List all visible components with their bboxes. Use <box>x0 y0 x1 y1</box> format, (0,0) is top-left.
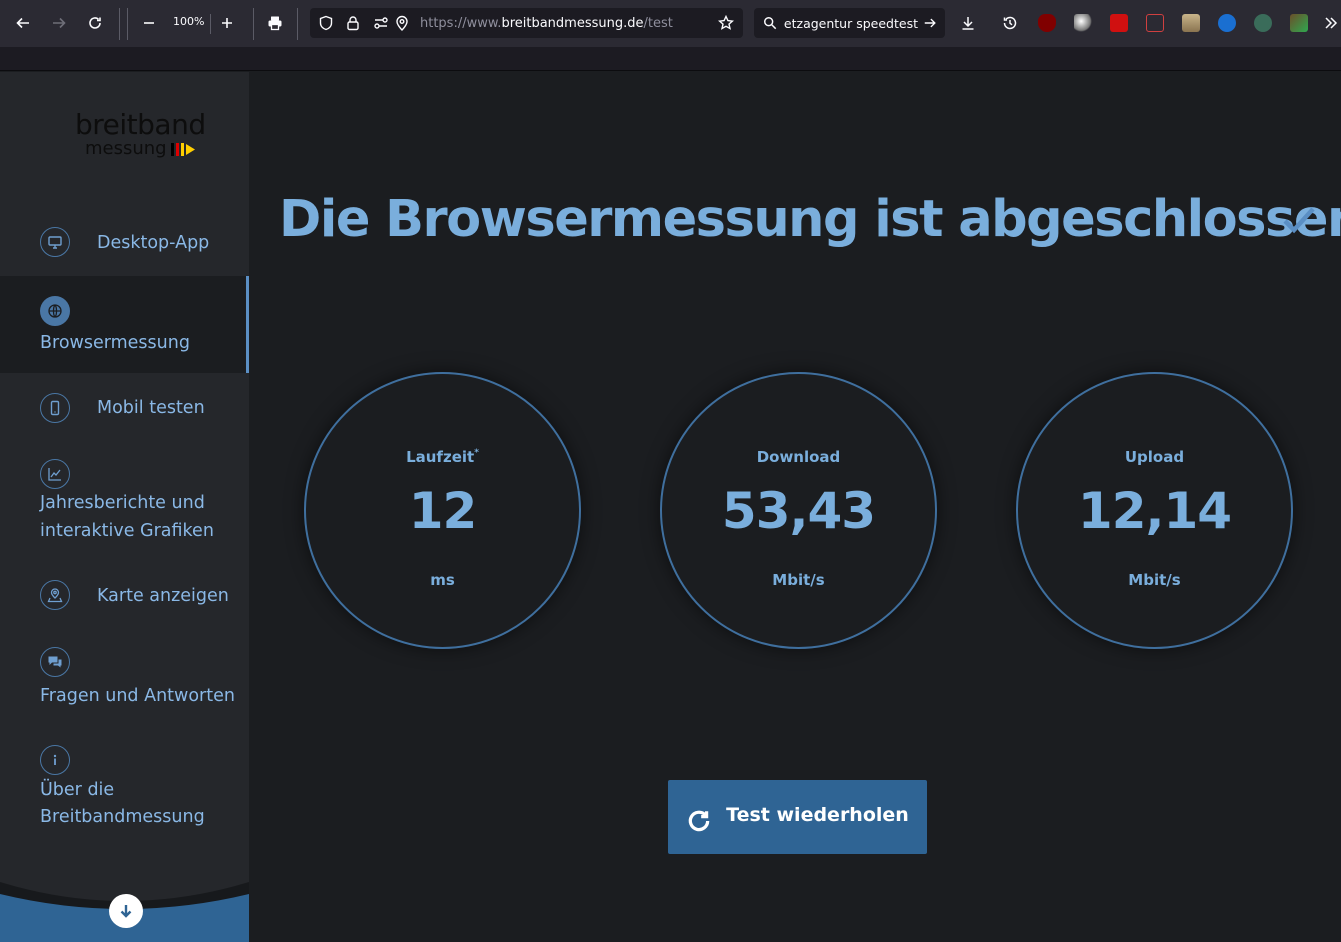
footnote-marker: * <box>474 448 479 458</box>
bookmark-star-icon[interactable] <box>718 15 734 31</box>
info-icon <box>40 745 70 775</box>
back-arrow-icon[interactable] <box>10 10 36 36</box>
gauge-value: 53,43 <box>721 482 876 540</box>
zoom-out-icon[interactable] <box>136 10 162 36</box>
search-icon <box>764 17 777 30</box>
url-text[interactable]: https://www.breitbandmessung.de/test <box>420 16 673 31</box>
sidebar-item-desktop-app[interactable]: Desktop-App <box>0 212 249 276</box>
permissions-icon[interactable] <box>373 15 389 31</box>
sidebar-item-label: Fragen und Antworten <box>40 686 235 706</box>
gauge-unit: ms <box>430 571 455 589</box>
toolbar-separator <box>210 14 211 34</box>
mobile-icon <box>40 393 70 423</box>
scroll-down-button[interactable] <box>109 894 143 928</box>
retry-test-button[interactable]: Test wiederholen <box>668 780 927 854</box>
extension-hat-icon[interactable] <box>1182 14 1200 32</box>
gauge-unit: Mbit/s <box>1128 571 1181 589</box>
sidebar-item-label: Browsermessung <box>40 333 190 353</box>
logo-main-text: breitband <box>75 108 206 141</box>
search-bar[interactable]: netzagentur speedtest <box>754 8 945 38</box>
globe-icon <box>40 296 70 326</box>
gauge-label-text: Laufzeit <box>406 448 475 466</box>
extension-ball-icon[interactable] <box>1074 14 1092 32</box>
gauge-laufzeit: Laufzeit* 12 ms <box>304 372 581 649</box>
shield-icon[interactable] <box>318 15 334 31</box>
main-content: Die Browsermessung ist abgeschlossen. La… <box>249 72 1341 942</box>
sidebar-item-label-line2: interaktive Grafiken <box>40 521 214 541</box>
gauge-download: Download 53,43 Mbit/s <box>660 372 937 649</box>
sidebar-item-label: Karte anzeigen <box>97 586 229 606</box>
sidebar-item-fragen-und-antworten[interactable]: Fragen und Antworten <box>0 644 249 724</box>
reload-icon[interactable] <box>82 10 108 36</box>
toolbar-separator <box>297 8 298 40</box>
logo-sub-text: messung <box>85 138 167 159</box>
sidebar-item-ueber-die-breitbandmessung[interactable]: Über die Breitbandmessung <box>0 742 249 842</box>
forward-arrow-icon[interactable] <box>46 10 72 36</box>
hd-extension-icon[interactable] <box>1146 14 1164 32</box>
toolbar-separator <box>127 8 128 40</box>
pdf-extension-icon[interactable] <box>1110 14 1128 32</box>
url-scheme: https://www. <box>420 16 502 31</box>
sidebar-item-label: Mobil testen <box>97 398 205 418</box>
toolbar-strip <box>0 47 1341 71</box>
sidebar-item-label: Über die <box>40 780 115 800</box>
gauge-value: 12 <box>408 482 478 540</box>
gauge-unit: Mbit/s <box>772 571 825 589</box>
search-input[interactable]: netzagentur speedtest <box>783 16 918 31</box>
sidebar-item-mobil-testen[interactable]: Mobil testen <box>0 377 249 441</box>
search-go-arrow-icon[interactable] <box>923 16 937 30</box>
breitbandmessung-logo[interactable]: breitband messung <box>75 110 206 158</box>
page-title: Die Browsermessung ist abgeschlossen. <box>279 190 1341 249</box>
lock-icon[interactable] <box>345 15 361 31</box>
url-path: /test <box>643 16 673 31</box>
url-bar[interactable]: https://www.breitbandmessung.de/test <box>310 8 743 38</box>
gauge-value: 12,14 <box>1077 482 1232 540</box>
sidebar-item-karte-anzeigen[interactable]: Karte anzeigen <box>0 566 249 630</box>
chart-icon <box>40 459 70 489</box>
gauge-upload: Upload 12,14 Mbit/s <box>1016 372 1293 649</box>
sidebar-item-browsermessung[interactable]: Browsermessung <box>0 276 249 373</box>
arrow-down-icon <box>120 905 132 918</box>
toolbar-separator <box>119 8 120 40</box>
overflow-chevron-icon[interactable] <box>1320 10 1340 36</box>
map-pin-icon <box>40 580 70 610</box>
desktop-icon <box>40 227 70 257</box>
logo-sub-row: messung <box>85 140 206 158</box>
refresh-icon <box>688 810 710 832</box>
history-icon[interactable] <box>997 10 1023 36</box>
browser-toolbar: 100% https://www.breitbandmessung.de/tes… <box>0 0 1341 47</box>
chat-icon <box>40 647 70 677</box>
print-icon[interactable] <box>262 10 288 36</box>
toolbar-separator <box>253 8 254 40</box>
sidebar: breitband messung Desktop-App Browsermes… <box>0 72 249 942</box>
zoom-in-icon[interactable] <box>214 10 240 36</box>
ublock-extension-icon[interactable] <box>1038 14 1056 32</box>
gauge-label: Laufzeit* <box>306 448 579 466</box>
location-icon[interactable] <box>394 15 410 31</box>
checkmark-icon <box>1283 207 1315 234</box>
extension-mask-icon[interactable] <box>1254 14 1272 32</box>
s-extension-icon[interactable] <box>1218 14 1236 32</box>
url-host: breitbandmessung.de <box>501 16 644 31</box>
zoom-level[interactable]: 100% <box>173 15 204 28</box>
extension-flag-icon[interactable] <box>1290 14 1308 32</box>
sidebar-item-label: Jahresberichte und <box>40 493 205 513</box>
flag-stripes-icon <box>170 142 195 156</box>
sidebar-item-jahresberichte[interactable]: Jahresberichte und interaktive Grafiken <box>0 452 249 552</box>
retry-button-label: Test wiederholen <box>726 804 909 826</box>
download-icon[interactable] <box>955 10 981 36</box>
sidebar-item-label: Desktop-App <box>97 233 210 253</box>
sidebar-item-label-line2: Breitbandmessung <box>40 807 205 827</box>
gauge-label: Upload <box>1124 448 1185 466</box>
gauge-label: Download <box>756 448 841 466</box>
